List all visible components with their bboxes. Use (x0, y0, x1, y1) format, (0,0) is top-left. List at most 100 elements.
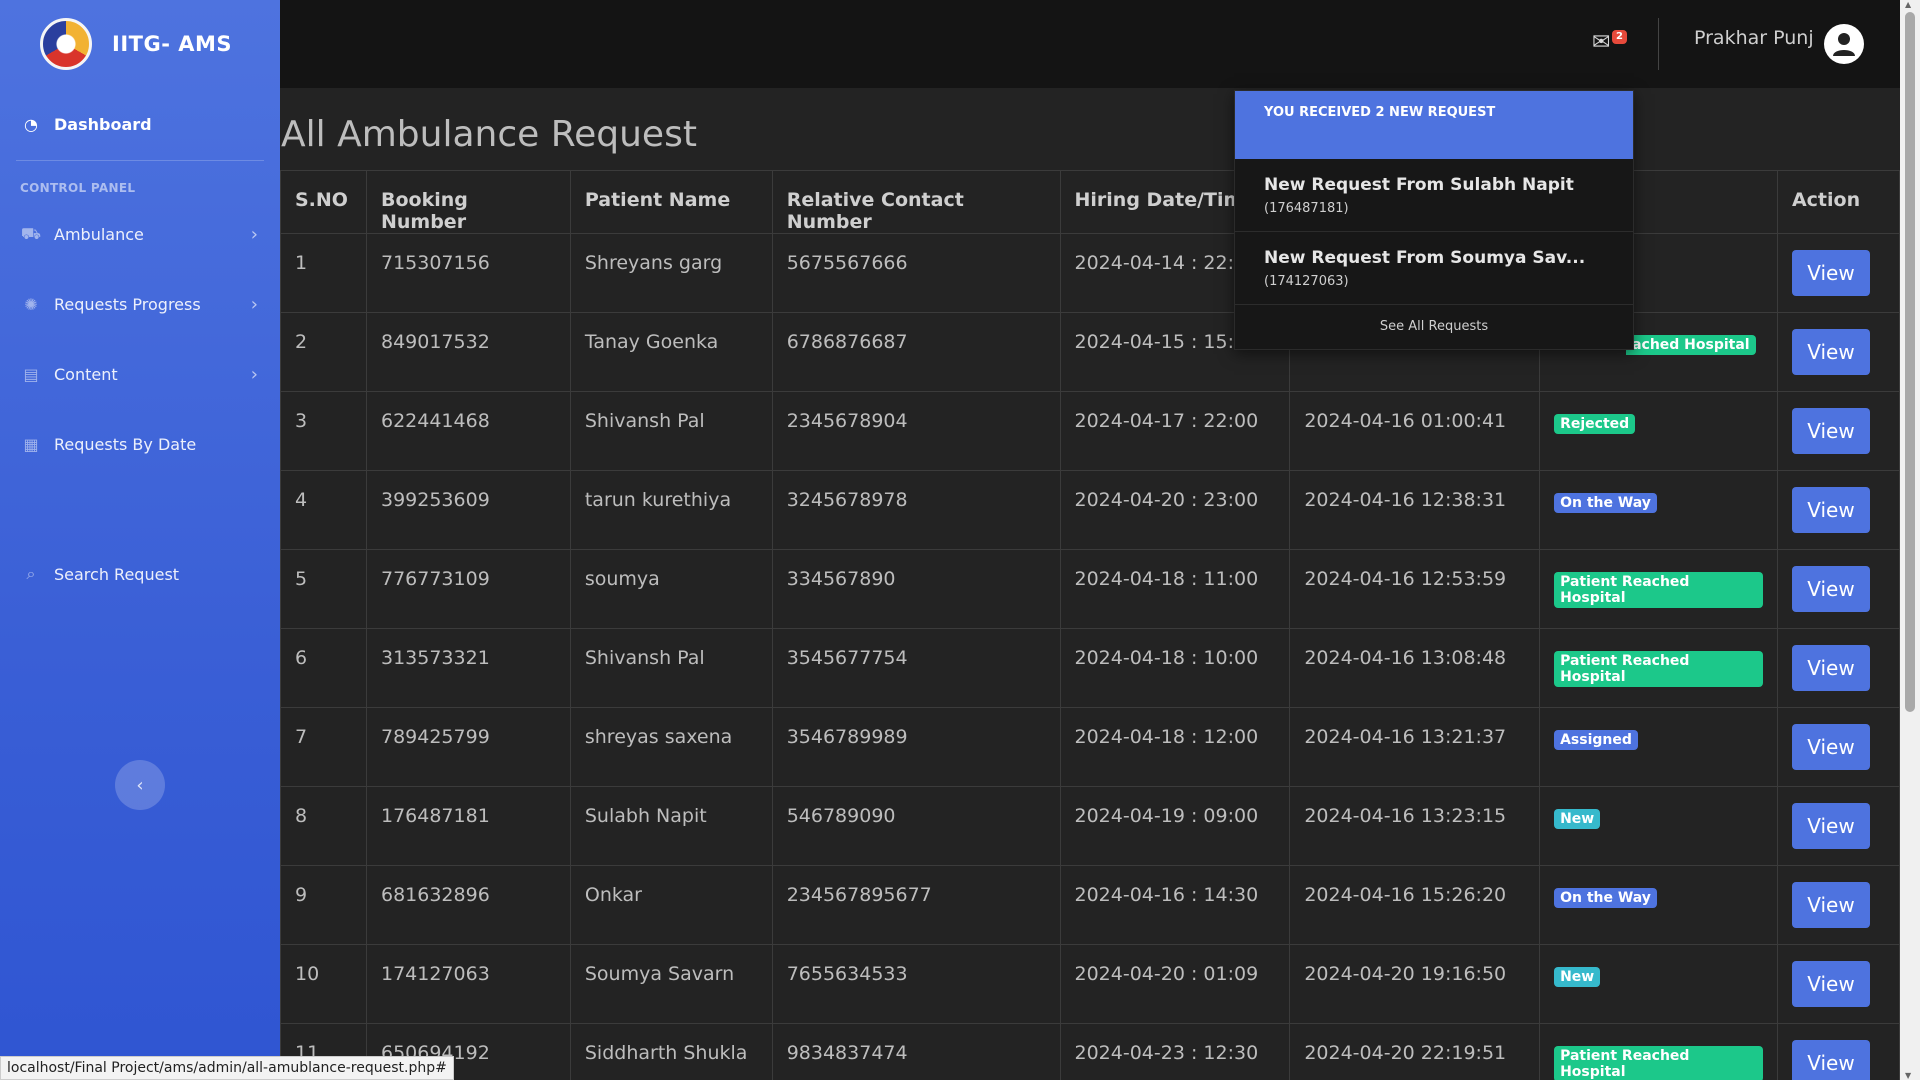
scroll-up-icon[interactable]: ▲ (1905, 0, 1911, 9)
notification-item[interactable]: New Request From Soumya Sav... (17412706… (1235, 232, 1633, 305)
cell-patient: Shivansh Pal (569, 628, 773, 708)
cell-booking: 313573321 (365, 628, 571, 708)
cell-contact: 6786876687 (771, 312, 1061, 392)
cell-booking: 715307156 (365, 233, 571, 313)
sidebar-item-label: Requests Progress (54, 294, 201, 314)
chevron-right-icon: › (250, 363, 258, 385)
notification-item[interactable]: New Request From Sulabh Napit (176487181… (1235, 159, 1633, 232)
topbar: ✉ 2 Prakhar Punj (280, 0, 1900, 88)
notifications-dropdown: YOU RECEIVED 2 NEW REQUEST New Request F… (1234, 90, 1634, 350)
column-header: S.NO (280, 170, 367, 234)
status-badge: On the Way (1554, 888, 1657, 908)
scroll-down-icon[interactable]: ▼ (1905, 1071, 1911, 1080)
view-button[interactable]: View (1791, 882, 1870, 928)
cell-contact: 3245678978 (771, 470, 1061, 550)
status-badge: New (1554, 809, 1601, 829)
avatar[interactable] (1824, 24, 1864, 64)
cell-sno: 6 (280, 628, 367, 708)
view-button[interactable]: View (1791, 645, 1870, 691)
table-row: 8 176487181 Sulabh Napit 546789090 2024-… (280, 786, 1901, 866)
cell-status: Rejected (1539, 391, 1778, 471)
cell-sno: 9 (280, 865, 367, 945)
notifications-button[interactable]: ✉ 2 (1592, 30, 1632, 60)
cell-sno: 1 (280, 233, 367, 313)
status-badge: Assigned (1554, 730, 1638, 750)
view-button[interactable]: View (1791, 250, 1870, 296)
sidebar-item-label: Dashboard (54, 114, 152, 134)
cell-patient: Onkar (569, 865, 773, 945)
table-row: 3 622441468 Shivansh Pal 2345678904 2024… (280, 391, 1901, 471)
cell-patient: Soumya Savarn (569, 944, 773, 1024)
cell-patient: Shreyans garg (569, 233, 773, 313)
cell-created: 2024-04-16 12:38:31 (1289, 470, 1541, 550)
cell-action: View (1776, 944, 1901, 1024)
see-all-requests-link[interactable]: See All Requests (1235, 305, 1633, 349)
cell-hiring: 2024-04-17 : 22:00 (1059, 391, 1291, 471)
cell-hiring: 2024-04-19 : 09:00 (1059, 786, 1291, 866)
sidebar-item-requests-progress[interactable]: ✺ Requests Progress › (0, 269, 280, 339)
file-icon: ▤ (23, 364, 39, 384)
sidebar-toggle-button[interactable]: ‹ (115, 760, 165, 810)
view-button[interactable]: View (1791, 408, 1870, 454)
sidebar-item-ambulance[interactable]: ⛟ Ambulance › (0, 199, 280, 269)
table-row: 2 849017532 Tanay Goenka 6786876687 2024… (280, 312, 1901, 392)
status-url-bar: localhost/Final Project/ams/admin/all-am… (0, 1056, 454, 1080)
sidebar-item-label: Content (54, 364, 118, 384)
sidebar-item-content[interactable]: ▤ Content › (0, 339, 280, 409)
requests-table-container: S.NO Booking Number Patient Name Relativ… (280, 170, 1901, 1080)
user-icon (1833, 33, 1855, 56)
table-row: 1 715307156 Shreyans garg 5675567666 202… (280, 233, 1901, 313)
cell-action: View (1776, 707, 1901, 787)
cell-contact: 3545677754 (771, 628, 1061, 708)
scrollbar-thumb[interactable] (1905, 12, 1915, 712)
chevron-right-icon: › (250, 223, 258, 245)
cell-created: 2024-04-16 12:53:59 (1289, 549, 1541, 629)
cell-patient: Sulabh Napit (569, 786, 773, 866)
cell-hiring: 2024-04-18 : 10:00 (1059, 628, 1291, 708)
cell-created: 2024-04-20 19:16:50 (1289, 944, 1541, 1024)
cell-created: 2024-04-16 13:21:37 (1289, 707, 1541, 787)
sidebar-item-dashboard[interactable]: ◔ Dashboard (0, 88, 280, 160)
cell-action: View (1776, 312, 1901, 392)
sidebar-item-requests-by-date[interactable]: ▦ Requests By Date (0, 409, 280, 479)
status-badge: Patient Reached Hospital (1554, 572, 1763, 608)
notification-title: New Request From Sulabh Napit (1264, 175, 1574, 195)
cell-action: View (1776, 865, 1901, 945)
view-button[interactable]: View (1791, 329, 1870, 375)
table-row: 6 313573321 Shivansh Pal 3545677754 2024… (280, 628, 1901, 708)
cell-status: Patient Reached Hospital (1539, 628, 1778, 708)
notification-title: New Request From Soumya Sav... (1264, 248, 1586, 268)
cell-contact: 5675567666 (771, 233, 1061, 313)
cell-action: View (1776, 470, 1901, 550)
table-row: 11 650694192 Siddharth Shukla 9834837474… (280, 1023, 1901, 1080)
cell-hiring: 2024-04-23 : 12:30 (1059, 1023, 1291, 1080)
cell-contact: 3546789989 (771, 707, 1061, 787)
cell-patient: Tanay Goenka (569, 312, 773, 392)
cell-contact: 334567890 (771, 549, 1061, 629)
cell-patient: shreyas saxena (569, 707, 773, 787)
view-button[interactable]: View (1791, 803, 1870, 849)
cell-action: View (1776, 1023, 1901, 1080)
view-button[interactable]: View (1791, 487, 1870, 533)
view-button[interactable]: View (1791, 961, 1870, 1007)
cell-created: 2024-04-16 15:26:20 (1289, 865, 1541, 945)
sidebar-item-label: Ambulance (54, 224, 144, 244)
user-name[interactable]: Prakhar Punj (1694, 27, 1814, 49)
notification-booking-number: (174127063) (1264, 274, 1349, 289)
spinner-icon: ✺ (24, 294, 38, 314)
scrollbar[interactable]: ▲ ▼ (1900, 0, 1920, 1080)
table-row: 4 399253609 tarun kurethiya 3245678978 2… (280, 470, 1901, 550)
view-button[interactable]: View (1791, 1040, 1870, 1080)
column-header: Patient Name (569, 170, 773, 234)
column-header: Booking Number (365, 170, 571, 234)
cell-sno: 3 (280, 391, 367, 471)
view-button[interactable]: View (1791, 566, 1870, 612)
cell-booking: 776773109 (365, 549, 571, 629)
cell-hiring: 2024-04-18 : 11:00 (1059, 549, 1291, 629)
calendar-icon: ▦ (23, 434, 39, 454)
brand[interactable]: IITG- AMS (0, 0, 280, 88)
cell-booking: 399253609 (365, 470, 571, 550)
view-button[interactable]: View (1791, 724, 1870, 770)
sidebar-item-search-request[interactable]: ⌕ Search Request (0, 539, 280, 609)
page-title: All Ambulance Request (281, 114, 697, 155)
